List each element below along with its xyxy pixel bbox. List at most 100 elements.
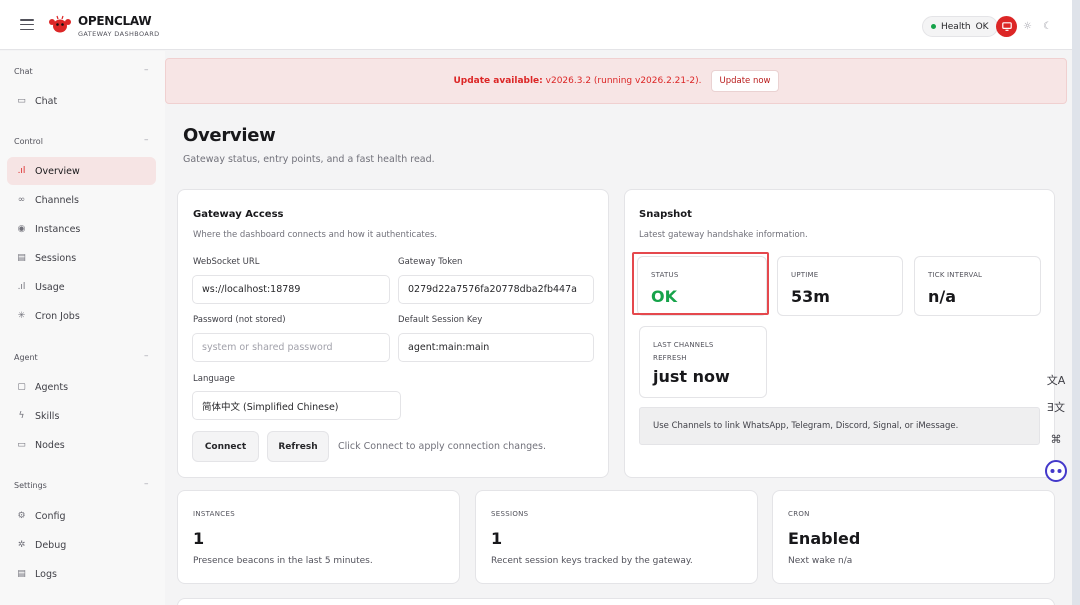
lobster-logo-icon — [49, 15, 71, 33]
gateway-access-card: Gateway Access Where the dashboard conne… — [177, 189, 609, 478]
sidebar-item-chat[interactable]: ▭ Chat — [7, 87, 156, 115]
gear-icon: ⚙ — [17, 511, 26, 521]
collapse-settings-icon[interactable]: – — [144, 479, 149, 489]
stat-label-line: LAST CHANNELS — [653, 341, 714, 349]
gateway-token-input[interactable] — [398, 275, 594, 304]
card-title: Snapshot — [639, 209, 692, 220]
banner-detail: v2026.3.2 (running v2026.2.21-2). — [545, 76, 702, 86]
metric-label: CRON — [788, 510, 810, 518]
sidebar-item-usage[interactable]: .ıl Usage — [7, 273, 156, 301]
sidebar-item-label: Sessions — [35, 252, 77, 264]
sidebar-item-label: Chat — [35, 95, 58, 107]
metric-label: INSTANCES — [193, 510, 235, 518]
channels-info-note: Use Channels to link WhatsApp, Telegram,… — [639, 407, 1040, 445]
page-title: Overview — [183, 125, 276, 146]
sidebar-item-channels[interactable]: ∞ Channels — [7, 186, 156, 214]
sidebar-item-config[interactable]: ⚙ Config — [7, 502, 156, 530]
sidebar-item-skills[interactable]: ϟ Skills — [7, 402, 156, 430]
update-banner: Update available: v2026.3.2 (running v20… — [165, 58, 1067, 104]
sidebar-item-instances[interactable]: ◉ Instances — [7, 215, 156, 243]
metric-description: Next wake n/a — [788, 556, 853, 566]
instances-card: INSTANCES 1 Presence beacons in the last… — [177, 490, 460, 584]
theme-system-button[interactable] — [996, 16, 1017, 37]
health-value: OK — [975, 21, 989, 32]
theme-light-button[interactable]: ☼ — [1017, 16, 1038, 37]
health-status-pill: Health OK — [922, 16, 998, 37]
health-dot-icon — [931, 24, 936, 29]
sidebar-item-label: Usage — [35, 281, 65, 293]
chat-bubble-icon: ▭ — [17, 96, 26, 106]
language-selected-value: 简体中文 (Simplified Chinese) — [202, 401, 339, 413]
sidebar-item-overview[interactable]: .ıl Overview — [7, 157, 156, 185]
brand-name: OPENCLAW — [78, 14, 152, 28]
sidebar-item-sessions[interactable]: ▤ Sessions — [7, 244, 156, 272]
top-bar: OPENCLAW GATEWAY DASHBOARD Health OK ☼ ☾ — [0, 0, 1072, 50]
password-label: Password (not stored) — [193, 315, 286, 325]
banner-title: Update available: — [453, 76, 543, 86]
log-icon: ▤ — [17, 569, 26, 579]
metric-label: SESSIONS — [491, 510, 529, 518]
sidebar-item-label: Instances — [35, 223, 81, 235]
cron-card: CRON Enabled Next wake n/a — [772, 490, 1055, 584]
default-session-key-label: Default Session Key — [398, 315, 483, 325]
theme-dark-button[interactable]: ☾ — [1037, 16, 1058, 37]
card-title: Gateway Access — [193, 209, 284, 220]
sidebar-item-label: Debug — [35, 539, 67, 551]
window-edge — [1072, 0, 1080, 605]
sun-icon: ☼ — [1023, 21, 1032, 32]
translate-icon[interactable]: 文A — [1044, 368, 1068, 392]
stat-value: just now — [653, 367, 730, 386]
sidebar-item-cron-jobs[interactable]: ✳ Cron Jobs — [7, 302, 156, 330]
translate-alt-icon[interactable]: Ǝ文 — [1044, 395, 1068, 419]
refresh-button[interactable]: Refresh — [267, 431, 329, 462]
link-icon: ∞ — [17, 195, 26, 205]
bug-icon: ✲ — [17, 540, 26, 550]
file-icon: ▤ — [17, 253, 26, 263]
default-session-key-input[interactable] — [398, 333, 594, 362]
brand-subtitle: GATEWAY DASHBOARD — [78, 30, 160, 38]
update-now-button[interactable]: Update now — [711, 70, 779, 92]
group-label-control: Control — [14, 137, 43, 146]
sidebar-item-label: Nodes — [35, 439, 65, 451]
language-label: Language — [193, 374, 235, 384]
collapse-control-icon[interactable]: – — [144, 135, 149, 145]
stat-label: TICK INTERVAL — [928, 271, 983, 279]
sidebar-item-label: Agents — [35, 381, 69, 393]
stat-value: n/a — [928, 287, 957, 306]
spinner-icon: ✳ — [17, 311, 26, 321]
bar-chart-icon: .ıl — [17, 166, 26, 176]
sidebar-item-debug[interactable]: ✲ Debug — [7, 531, 156, 559]
folder-icon: ▢ — [17, 382, 26, 392]
sidebar-item-nodes[interactable]: ▭ Nodes — [7, 431, 156, 459]
page-subtitle: Gateway status, entry points, and a fast… — [183, 154, 435, 165]
radio-icon: ◉ — [17, 224, 26, 234]
sidebar-item-label: Config — [35, 510, 66, 522]
moon-icon: ☾ — [1043, 21, 1052, 32]
sidebar-item-logs[interactable]: ▤ Logs — [7, 560, 156, 588]
sidebar-item-label: Cron Jobs — [35, 310, 80, 322]
assistant-face-icon[interactable] — [1044, 459, 1068, 483]
stat-value: 53m — [791, 287, 830, 306]
sidebar-item-label: Channels — [35, 194, 79, 206]
monitor-icon: ▭ — [17, 440, 26, 450]
language-select[interactable]: 简体中文 (Simplified Chinese) — [192, 391, 401, 420]
sidebar: Chat – ▭ Chat Control – .ıl Overview ∞ C… — [0, 51, 165, 605]
collapse-chat-icon[interactable]: – — [144, 65, 149, 75]
group-label-settings: Settings — [14, 481, 47, 490]
tick-interval-stat: TICK INTERVAL n/a — [914, 256, 1041, 316]
last-channels-refresh-stat: LAST CHANNELS REFRESH just now — [639, 326, 767, 398]
bar-chart-icon: .ıl — [17, 282, 26, 292]
command-icon[interactable]: ⌘ — [1044, 427, 1068, 451]
connect-hint: Click Connect to apply connection change… — [338, 441, 546, 452]
sidebar-item-label: Overview — [35, 165, 80, 177]
connect-button[interactable]: Connect — [192, 431, 259, 462]
sidebar-item-label: Skills — [35, 410, 60, 422]
websocket-url-input[interactable] — [192, 275, 390, 304]
password-input[interactable] — [192, 333, 390, 362]
collapse-agent-icon[interactable]: – — [144, 351, 149, 361]
menu-icon[interactable] — [20, 19, 34, 30]
sidebar-item-agents[interactable]: ▢ Agents — [7, 373, 156, 401]
bolt-icon: ϟ — [18, 411, 25, 421]
stat-label: LAST CHANNELS REFRESH — [653, 339, 714, 365]
metric-description: Presence beacons in the last 5 minutes. — [193, 556, 373, 566]
